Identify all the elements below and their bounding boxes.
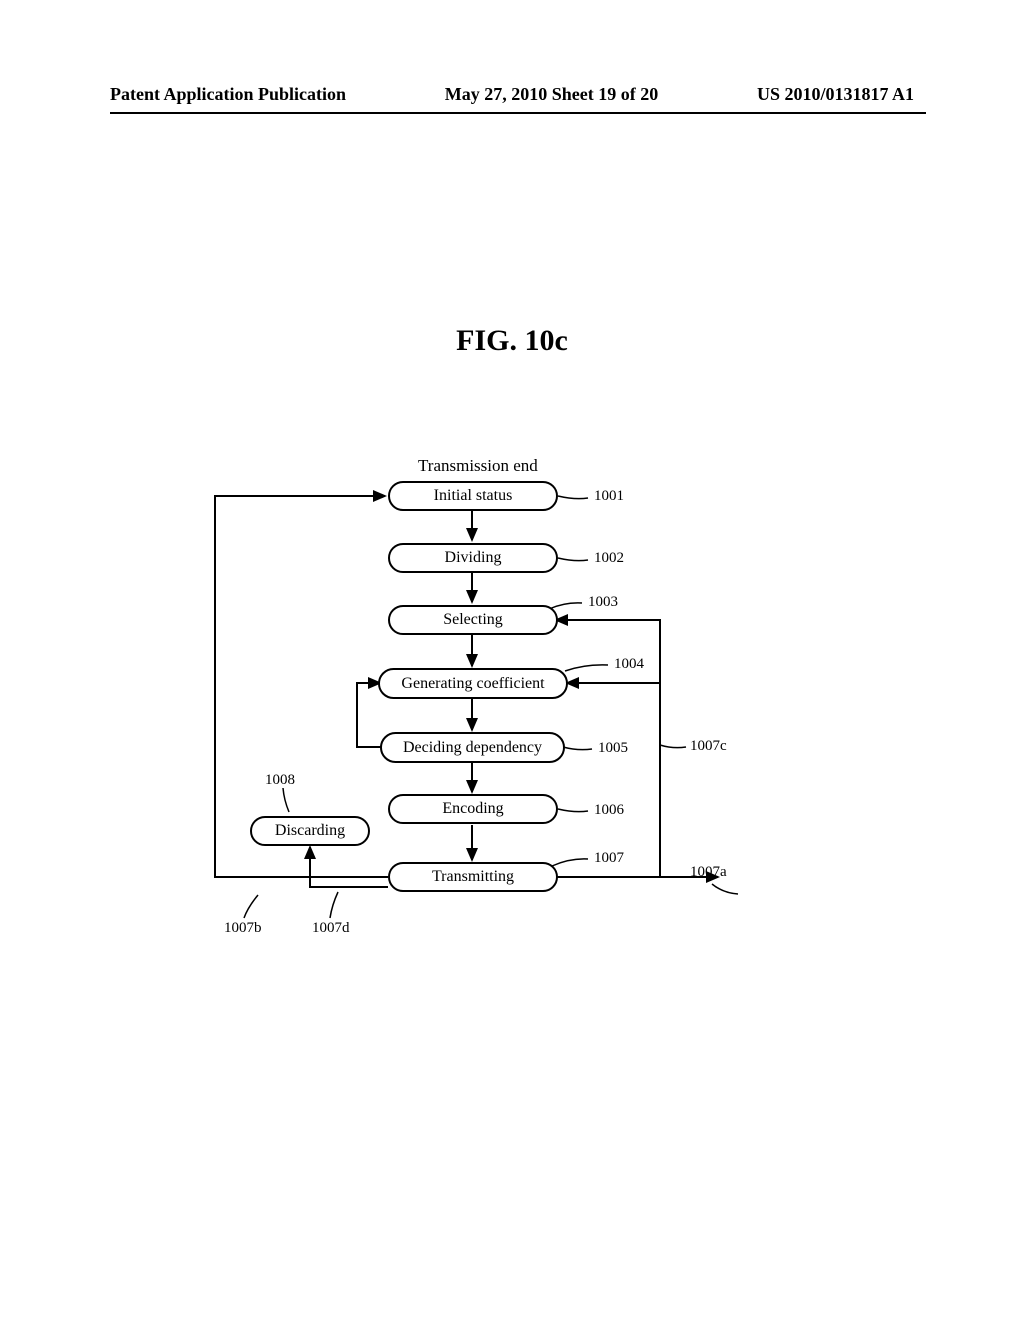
ref-1007c: 1007c: [690, 738, 727, 755]
ref-1006: 1006: [594, 802, 624, 819]
ref-1001: 1001: [594, 488, 624, 505]
ref-1007b: 1007b: [224, 920, 262, 937]
ref-1008: 1008: [265, 772, 295, 789]
node-label: Generating coefficient: [401, 676, 544, 692]
node-dividing: Dividing: [388, 543, 558, 573]
node-label: Encoding: [442, 801, 503, 817]
ref-1005: 1005: [598, 740, 628, 757]
node-selecting: Selecting: [388, 605, 558, 635]
node-encoding: Encoding: [388, 794, 558, 824]
node-deciding-dependency: Deciding dependency: [380, 732, 565, 763]
node-label: Dividing: [445, 550, 502, 566]
connectors-svg: [0, 0, 1024, 1320]
node-label: Initial status: [434, 488, 513, 504]
node-label: Discarding: [275, 823, 345, 839]
node-label: Selecting: [443, 612, 503, 628]
ref-1007d: 1007d: [312, 920, 350, 937]
node-initial-status: Initial status: [388, 481, 558, 511]
node-generating-coefficient: Generating coefficient: [378, 668, 568, 699]
ref-1003: 1003: [588, 594, 618, 611]
ref-1004: 1004: [614, 656, 644, 673]
flow-diagram: Transmission end: [0, 0, 1024, 1320]
ref-1007a: 1007a: [690, 864, 727, 881]
node-discarding: Discarding: [250, 816, 370, 846]
node-label: Deciding dependency: [403, 740, 542, 756]
node-label: Transmitting: [432, 869, 514, 885]
ref-1007: 1007: [594, 850, 624, 867]
node-transmitting: Transmitting: [388, 862, 558, 892]
ref-1002: 1002: [594, 550, 624, 567]
